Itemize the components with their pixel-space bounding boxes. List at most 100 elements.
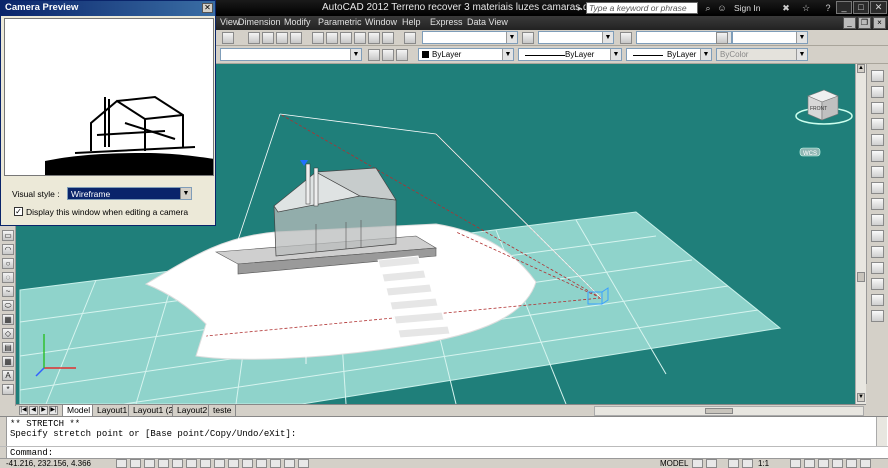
- layer-match-icon[interactable]: [382, 49, 394, 61]
- scroll-up-arrow[interactable]: ▲: [857, 64, 865, 73]
- layer-isolate-icon[interactable]: [396, 49, 408, 61]
- chamfer-icon[interactable]: [871, 278, 884, 290]
- help-search-arrow-icon[interactable]: ▸: [574, 2, 586, 14]
- close-button[interactable]: ✕: [870, 1, 887, 14]
- circle-icon[interactable]: ○: [2, 258, 14, 269]
- lineweight-combo[interactable]: ByLayer ▼: [626, 48, 712, 61]
- transparency-icon[interactable]: [270, 459, 281, 468]
- menu-parametric[interactable]: Parametric: [318, 17, 362, 27]
- zoom-realtime-icon[interactable]: [262, 32, 274, 44]
- workspace-switching-icon[interactable]: [790, 459, 801, 468]
- add-selected-icon[interactable]: *: [2, 384, 14, 395]
- extend-icon[interactable]: [871, 230, 884, 242]
- trim-icon[interactable]: [871, 214, 884, 226]
- linetype-combo[interactable]: ByLayer ▼: [518, 48, 622, 61]
- dim-style-icon[interactable]: [522, 32, 534, 44]
- layer-combo[interactable]: ▼: [220, 48, 362, 61]
- star-icon[interactable]: ☆: [800, 2, 812, 14]
- tool-palettes-icon[interactable]: [340, 32, 352, 44]
- minimize-button[interactable]: _: [836, 1, 852, 14]
- clean-screen-icon[interactable]: [860, 459, 871, 468]
- tab-last-arrow[interactable]: ▶|: [49, 406, 58, 415]
- chevron-down-icon[interactable]: ▼: [180, 188, 191, 199]
- menu-window[interactable]: Window: [365, 17, 397, 27]
- doc-minimize-button[interactable]: _: [843, 17, 856, 29]
- pan-icon[interactable]: [248, 32, 260, 44]
- sheet-set-icon[interactable]: [354, 32, 366, 44]
- zoom-previous-icon[interactable]: [290, 32, 302, 44]
- help-icon[interactable]: ?: [822, 2, 834, 14]
- text-style-combo[interactable]: ▼: [422, 31, 518, 44]
- object-snap-icon[interactable]: [186, 459, 197, 468]
- command-line[interactable]: Command:: [0, 446, 888, 458]
- offset-icon[interactable]: [871, 118, 884, 130]
- menu-express[interactable]: Express: [430, 17, 463, 27]
- menu-view[interactable]: View: [220, 17, 239, 27]
- fillet-icon[interactable]: [871, 294, 884, 306]
- explode-icon[interactable]: [871, 310, 884, 322]
- horizontal-scrollbar[interactable]: [594, 406, 864, 416]
- maximize-button[interactable]: □: [853, 1, 869, 14]
- tab-next-arrow[interactable]: ▶: [39, 406, 48, 415]
- layer-previous-icon[interactable]: [368, 49, 380, 61]
- help-toolbar-icon[interactable]: [404, 32, 416, 44]
- rotate-icon[interactable]: [871, 166, 884, 178]
- revcloud-icon[interactable]: ◌: [2, 272, 14, 283]
- grid-display-icon[interactable]: [144, 459, 155, 468]
- menu-dimension[interactable]: Dimension: [238, 17, 281, 27]
- menu-modify[interactable]: Modify: [284, 17, 311, 27]
- status-bar-menu-icon[interactable]: [846, 459, 857, 468]
- sign-in-link[interactable]: Sign In: [734, 3, 760, 13]
- annotation-visibility-icon[interactable]: [728, 459, 739, 468]
- array-icon[interactable]: [871, 134, 884, 146]
- quick-properties-icon[interactable]: [284, 459, 295, 468]
- make-block-icon[interactable]: ◇: [2, 328, 14, 339]
- hatch-icon[interactable]: ▤: [2, 342, 14, 353]
- spline-icon[interactable]: ~: [2, 286, 14, 297]
- quick-view-drawings-icon[interactable]: [706, 459, 717, 468]
- user-icon[interactable]: ☺: [716, 2, 728, 14]
- toolbar-lock-icon[interactable]: [804, 459, 815, 468]
- mtext-icon[interactable]: A: [2, 370, 14, 381]
- table-icon[interactable]: ▦: [2, 356, 14, 367]
- mleader-style-icon[interactable]: [716, 32, 728, 44]
- command-scrollbar[interactable]: [876, 417, 887, 446]
- isolate-objects-icon[interactable]: [832, 459, 843, 468]
- visual-style-select[interactable]: Wireframe ▼: [67, 187, 192, 200]
- join-icon[interactable]: [871, 262, 884, 274]
- copy-icon[interactable]: [871, 86, 884, 98]
- doc-restore-button[interactable]: ❐: [858, 17, 871, 29]
- object-snap-tracking-icon[interactable]: [214, 459, 225, 468]
- ortho-mode-icon[interactable]: [158, 459, 169, 468]
- redo-icon[interactable]: [222, 32, 234, 44]
- break-icon[interactable]: [871, 246, 884, 258]
- hardware-acceleration-icon[interactable]: [818, 459, 829, 468]
- quickcalc-icon[interactable]: [382, 32, 394, 44]
- ellipse-icon[interactable]: ⬭: [2, 300, 14, 311]
- insert-block-icon[interactable]: ▦: [2, 314, 14, 325]
- annotation-scale-value[interactable]: 1:1: [758, 459, 769, 468]
- horizontal-scroll-thumb[interactable]: [705, 408, 733, 414]
- exchange-icon[interactable]: ✖: [780, 2, 792, 14]
- search-input[interactable]: Type a keyword or phrase: [586, 2, 698, 14]
- display-window-checkbox[interactable]: ✓: [14, 207, 23, 216]
- table-style-icon[interactable]: [620, 32, 632, 44]
- doc-close-button[interactable]: ×: [873, 17, 886, 29]
- mleader-style-combo[interactable]: ▼: [732, 31, 808, 44]
- design-center-icon[interactable]: [326, 32, 338, 44]
- search-icon[interactable]: ⌕: [702, 2, 714, 14]
- polar-tracking-icon[interactable]: [172, 459, 183, 468]
- dialog-title-bar[interactable]: Camera Preview: [1, 1, 215, 16]
- tab-first-arrow[interactable]: |◀: [19, 406, 28, 415]
- infer-constraints-icon[interactable]: [116, 459, 127, 468]
- plot-style-combo[interactable]: ByColor ▼: [716, 48, 808, 61]
- dialog-close-button[interactable]: ✕: [202, 3, 213, 13]
- arc-icon[interactable]: ◠: [2, 244, 14, 255]
- stretch-icon[interactable]: [871, 198, 884, 210]
- dim-style-combo[interactable]: ▼: [538, 31, 614, 44]
- scroll-down-arrow[interactable]: ▼: [857, 393, 865, 402]
- zoom-window-icon[interactable]: [276, 32, 288, 44]
- menu-data-view[interactable]: Data View: [467, 17, 508, 27]
- mirror-icon[interactable]: [871, 102, 884, 114]
- vertical-scrollbar[interactable]: ▲ ▼: [855, 64, 866, 404]
